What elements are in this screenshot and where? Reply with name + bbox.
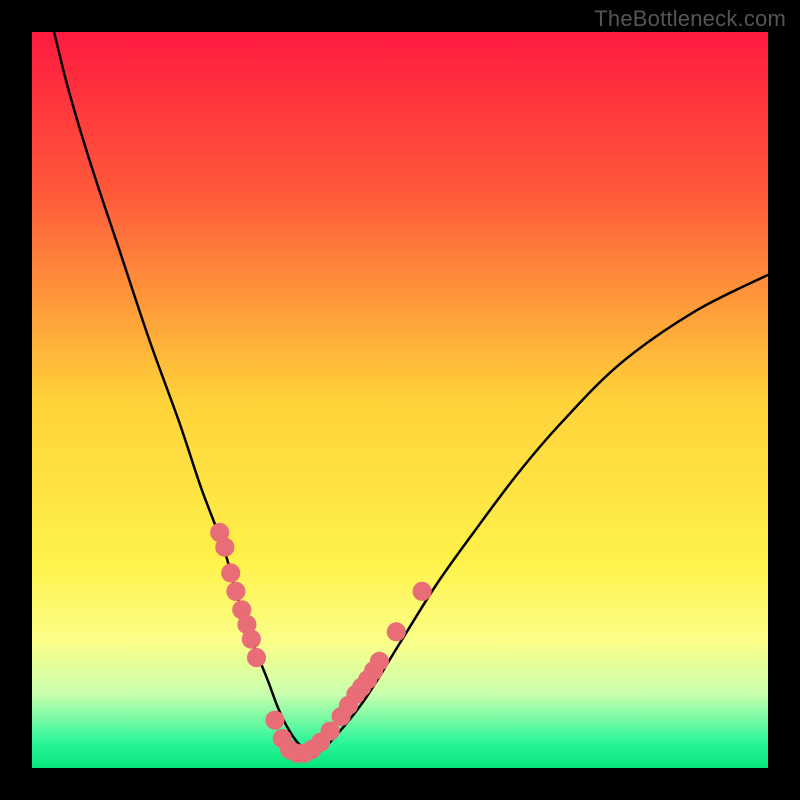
sample-point [215,538,234,557]
watermark-text: TheBottleneck.com [594,6,786,32]
gradient-background [32,32,768,768]
sample-point [221,563,240,582]
sample-point [370,652,389,671]
bottleneck-chart [32,32,768,768]
sample-point [387,622,406,641]
chart-frame: TheBottleneck.com [0,0,800,800]
sample-point [265,711,284,730]
sample-point [226,582,245,601]
plot-area [32,32,768,768]
sample-point [413,582,432,601]
sample-point [242,630,261,649]
sample-point [247,648,266,667]
